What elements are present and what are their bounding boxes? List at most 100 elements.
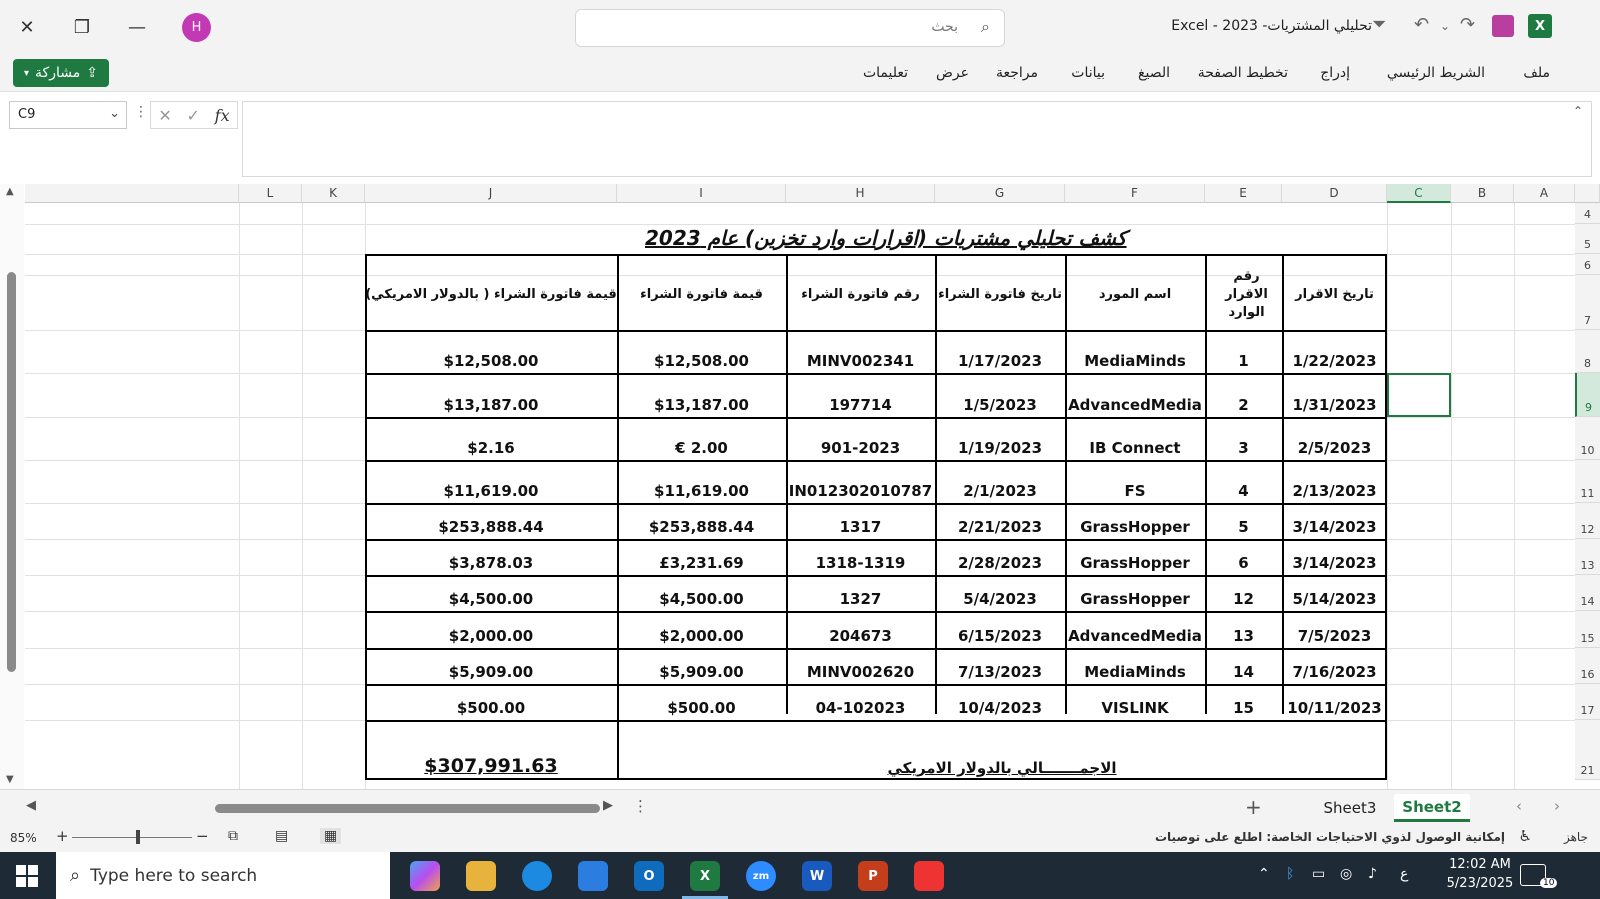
cell-supplier[interactable]: IB Connect xyxy=(1065,417,1205,460)
row-header[interactable]: 4 xyxy=(1575,203,1600,224)
column-header-f[interactable]: F xyxy=(1065,184,1205,203)
column-header-a[interactable]: A xyxy=(1514,184,1575,203)
row-header[interactable]: 14 xyxy=(1575,575,1600,611)
cell-invoice-usd[interactable]: $253,888.44 xyxy=(365,503,617,539)
cell-date[interactable]: 5/14/2023 xyxy=(1282,575,1387,611)
tab-file[interactable]: ملف xyxy=(1523,65,1550,81)
column-header-c[interactable]: C xyxy=(1387,184,1451,203)
cell-invoice-value[interactable]: $253,888.44 xyxy=(617,503,786,539)
cell-invoice-usd[interactable]: $11,619.00 xyxy=(365,460,617,503)
cell-invoice-usd[interactable]: $12,508.00 xyxy=(365,330,617,373)
accessibility-status[interactable]: إمكانية الوصول لذوي الاحتياجات الخاصة: ا… xyxy=(1155,830,1505,844)
cell-supplier[interactable]: MediaMinds xyxy=(1065,330,1205,373)
column-header-b[interactable]: B xyxy=(1451,184,1514,203)
cell-supplier[interactable]: VISLINK xyxy=(1065,684,1205,720)
cell-invoice-usd[interactable]: $13,187.00 xyxy=(365,373,617,417)
tab-view[interactable]: عرض xyxy=(936,65,969,81)
cell-invoice-date[interactable]: 2/1/2023 xyxy=(935,460,1065,503)
tab-sheet2[interactable]: Sheet2 xyxy=(1394,794,1470,822)
cell-supplier[interactable]: AdvancedMedia xyxy=(1065,373,1205,417)
tab-page-layout[interactable]: تخطيط الصفحة xyxy=(1198,65,1288,81)
tab-help[interactable]: تعليمات xyxy=(863,65,908,81)
outlook-icon[interactable]: O xyxy=(634,861,664,891)
row-header[interactable]: 10 xyxy=(1575,417,1600,460)
cell-supplier[interactable]: GrassHopper xyxy=(1065,503,1205,539)
cell-invoice-date[interactable]: 1/17/2023 xyxy=(935,330,1065,373)
tab-data[interactable]: بيانات xyxy=(1071,65,1105,81)
formula-input[interactable]: ⌃ xyxy=(242,101,1592,177)
cell-date[interactable]: 7/5/2023 xyxy=(1282,611,1387,648)
restore-icon[interactable]: ❐ xyxy=(67,12,97,42)
store-icon[interactable] xyxy=(578,861,608,891)
cell-invoice-number[interactable]: 901-2023 xyxy=(786,417,935,460)
scroll-down-icon[interactable]: ▼ xyxy=(6,774,14,785)
cell-number[interactable]: 6 xyxy=(1205,539,1282,575)
cell-number[interactable]: 2 xyxy=(1205,373,1282,417)
row-header[interactable]: 6 xyxy=(1575,254,1600,275)
word-icon[interactable]: W xyxy=(802,861,832,891)
scroll-right-icon[interactable]: ▶ xyxy=(603,798,613,813)
snipping-tool-icon[interactable] xyxy=(914,861,944,891)
cell-invoice-value[interactable]: € 2.00 xyxy=(617,417,786,460)
bluetooth-icon[interactable]: ᛒ xyxy=(1286,866,1294,882)
cell-invoice-number[interactable]: 197714 xyxy=(786,373,935,417)
cell-invoice-value[interactable]: $2,000.00 xyxy=(617,611,786,648)
total-value[interactable]: $307,991.63 xyxy=(365,720,617,780)
tab-insert[interactable]: إدراج xyxy=(1320,65,1350,81)
cell-supplier[interactable]: GrassHopper xyxy=(1065,539,1205,575)
save-icon[interactable] xyxy=(1492,15,1514,37)
customize-qat-icon[interactable]: ⏷ xyxy=(1372,14,1386,35)
cell-invoice-date[interactable]: 2/21/2023 xyxy=(935,503,1065,539)
cell-invoice-usd[interactable]: $4,500.00 xyxy=(365,575,617,611)
network-icon[interactable]: ◎ xyxy=(1340,866,1352,882)
tab-formulas[interactable]: الصيغ xyxy=(1138,65,1170,81)
row-header[interactable]: 17 xyxy=(1575,684,1600,720)
cell-number[interactable]: 3 xyxy=(1205,417,1282,460)
header-cell[interactable]: اسم المورد xyxy=(1065,260,1205,330)
row-header[interactable]: 9 xyxy=(1575,373,1600,417)
header-cell[interactable]: رقم فاتورة الشراء xyxy=(786,260,935,330)
cell-number[interactable]: 4 xyxy=(1205,460,1282,503)
file-explorer-icon[interactable] xyxy=(466,861,496,891)
cell-invoice-number[interactable]: 1327 xyxy=(786,575,935,611)
zoom-level[interactable]: 85% xyxy=(10,831,37,845)
cell-invoice-usd[interactable]: $3,878.03 xyxy=(365,539,617,575)
row-header[interactable]: 7 xyxy=(1575,275,1600,330)
zoom-in-icon[interactable]: + xyxy=(56,827,69,845)
cell-invoice-date[interactable]: 1/5/2023 xyxy=(935,373,1065,417)
cell-invoice-number[interactable]: 1318-1319 xyxy=(786,539,935,575)
header-cell[interactable]: تاريخ الاقرار xyxy=(1282,260,1387,330)
header-cell[interactable]: قيمة فاتورة الشراء xyxy=(617,260,786,330)
normal-view-icon[interactable]: ▦ xyxy=(320,828,342,844)
column-header-d[interactable]: D xyxy=(1282,184,1387,203)
row-header[interactable]: 11 xyxy=(1575,460,1600,503)
cell-supplier[interactable]: FS xyxy=(1065,460,1205,503)
cell-invoice-date[interactable]: 2/28/2023 xyxy=(935,539,1065,575)
cell-invoice-value[interactable]: $5,909.00 xyxy=(617,648,786,684)
row-header[interactable]: 21 xyxy=(1575,720,1600,780)
select-all-corner[interactable] xyxy=(1575,184,1600,203)
page-break-view-icon[interactable]: ⧉ xyxy=(228,828,238,844)
copilot-icon[interactable] xyxy=(410,861,440,891)
selected-cell[interactable] xyxy=(1387,373,1451,417)
accessibility-icon[interactable]: ♿ xyxy=(1519,827,1532,845)
more-options-icon[interactable]: ⋮ xyxy=(134,104,148,120)
insert-function-icon[interactable]: fx xyxy=(215,106,230,125)
column-header-k[interactable]: K xyxy=(302,184,365,203)
volume-icon[interactable]: ♪ xyxy=(1368,866,1377,882)
cell-date[interactable]: 2/5/2023 xyxy=(1282,417,1387,460)
cell-invoice-value[interactable]: $11,619.00 xyxy=(617,460,786,503)
zoom-slider[interactable] xyxy=(72,837,192,838)
scroll-up-icon[interactable]: ▲ xyxy=(6,186,14,197)
cell-invoice-number[interactable]: 04-102023 xyxy=(786,684,935,720)
search-box[interactable]: بحث ⌕ xyxy=(575,9,1005,47)
edge-icon[interactable] xyxy=(522,861,552,891)
zoom-slider-thumb[interactable] xyxy=(136,830,140,844)
zoom-out-icon[interactable]: − xyxy=(196,827,209,845)
header-cell[interactable]: رقم الاقرار الوارد xyxy=(1211,260,1282,330)
column-header-l[interactable]: L xyxy=(239,184,302,203)
add-sheet-button[interactable]: + xyxy=(1245,795,1262,819)
redo-icon[interactable]: ↷ xyxy=(1460,14,1475,35)
page-layout-view-icon[interactable]: ▤ xyxy=(275,828,288,844)
zoom-icon[interactable]: zm xyxy=(746,861,776,891)
